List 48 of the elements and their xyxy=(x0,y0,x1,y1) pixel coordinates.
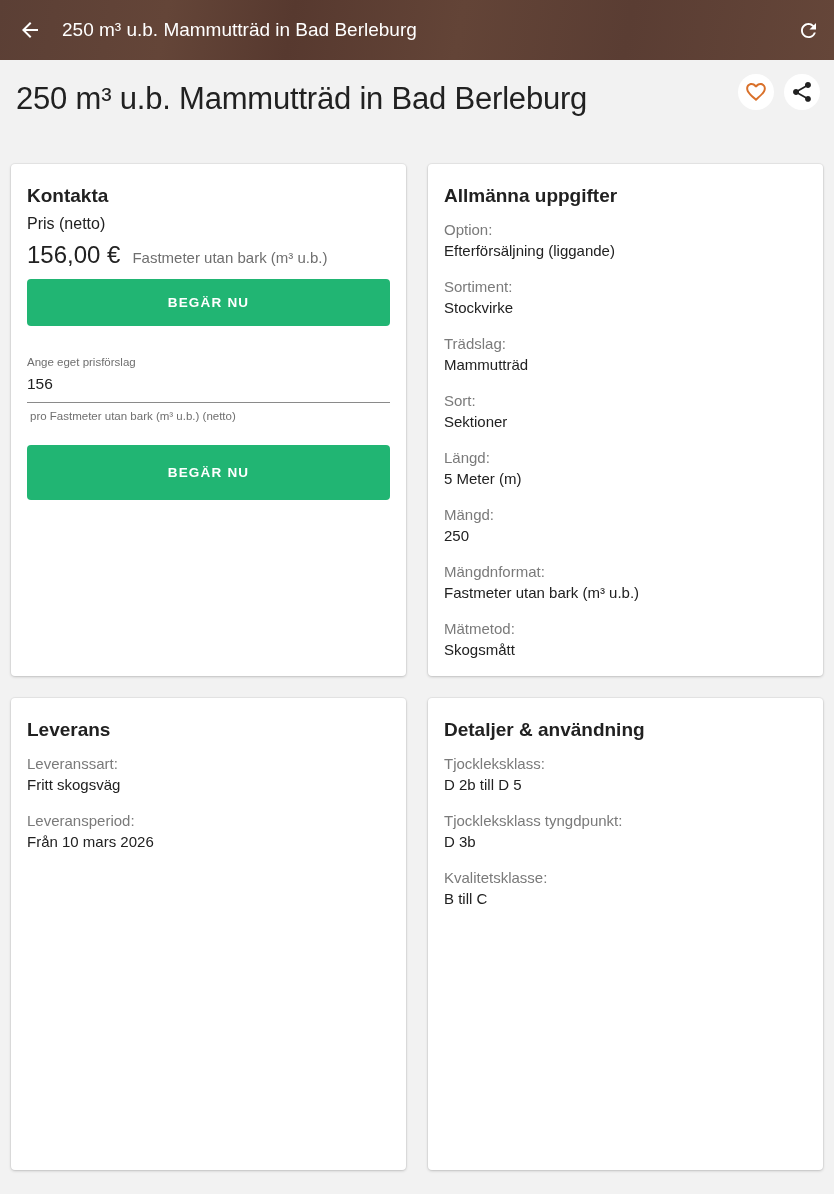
field-value: Efterförsäljning (liggande) xyxy=(444,241,616,261)
field-label: Tjockleksklass: xyxy=(444,754,546,774)
field-label: Sortiment: xyxy=(444,277,514,297)
price-offer-input[interactable]: 156 xyxy=(27,374,390,403)
refresh-icon xyxy=(801,22,816,38)
field-label: Tjockleksklass tyngdpunkt: xyxy=(444,811,624,831)
card-title: Allmänna uppgifter xyxy=(444,184,619,208)
share-icon xyxy=(793,82,811,102)
app-bar-title: 250 m³ u.b. Mammutträd in Bad Berleburg xyxy=(62,19,417,41)
field-label: Leveransperiod: xyxy=(27,811,136,831)
price: 156,00 € xyxy=(27,240,121,270)
field-value: Fastmeter utan bark (m³ u.b.) xyxy=(444,583,641,603)
field-label: Kvalitetsklasse: xyxy=(444,868,549,888)
field-value: D 2b till D 5 xyxy=(444,775,523,795)
request-button[interactable]: BEGÄR NU xyxy=(27,445,390,500)
field-label: Trädslag: xyxy=(444,334,507,354)
field-value: Sektioner xyxy=(444,412,509,432)
refresh-button[interactable] xyxy=(801,22,816,38)
price-label: Pris (netto) xyxy=(27,214,107,234)
field-label: Option: xyxy=(444,220,494,240)
back-button[interactable] xyxy=(22,22,38,38)
back-arrow-icon xyxy=(22,22,38,38)
field-value: 5 Meter (m) xyxy=(444,469,523,489)
field-label: Mätmetod: xyxy=(444,619,516,639)
helper-text: pro Fastmeter utan bark (m³ u.b.) (netto) xyxy=(30,409,236,423)
favorite-button[interactable] xyxy=(738,74,774,110)
request-button[interactable]: BEGÄR NU xyxy=(27,279,390,326)
card-title: Leverans xyxy=(27,718,112,742)
field-value: 250 xyxy=(444,526,471,546)
field-value: D 3b xyxy=(444,832,477,852)
input-label: Ange eget prisförslag xyxy=(27,355,136,369)
field-label: Mängd: xyxy=(444,505,496,525)
page-title: 250 m³ u.b. Mammutträd in Bad Berleburg xyxy=(16,81,588,117)
price-unit: Fastmeter utan bark (m³ u.b.) xyxy=(132,249,328,266)
field-label: Längd: xyxy=(444,448,491,468)
field-value: Skogsmått xyxy=(444,640,516,660)
share-button[interactable] xyxy=(784,74,820,110)
field-value: Från 10 mars 2026 xyxy=(27,832,155,852)
field-label: Leveranssart: xyxy=(27,754,119,774)
field-value: Fritt skogsväg xyxy=(27,775,122,795)
card-title: Kontakta xyxy=(27,184,110,208)
field-label: Mängdnformat: xyxy=(444,562,546,582)
field-label: Sort: xyxy=(444,391,477,411)
field-value: Stockvirke xyxy=(444,298,515,318)
field-value: B till C xyxy=(444,889,489,909)
heart-icon xyxy=(746,83,766,101)
field-value: Mammutträd xyxy=(444,355,530,375)
card-title: Detaljer & användning xyxy=(444,718,646,742)
